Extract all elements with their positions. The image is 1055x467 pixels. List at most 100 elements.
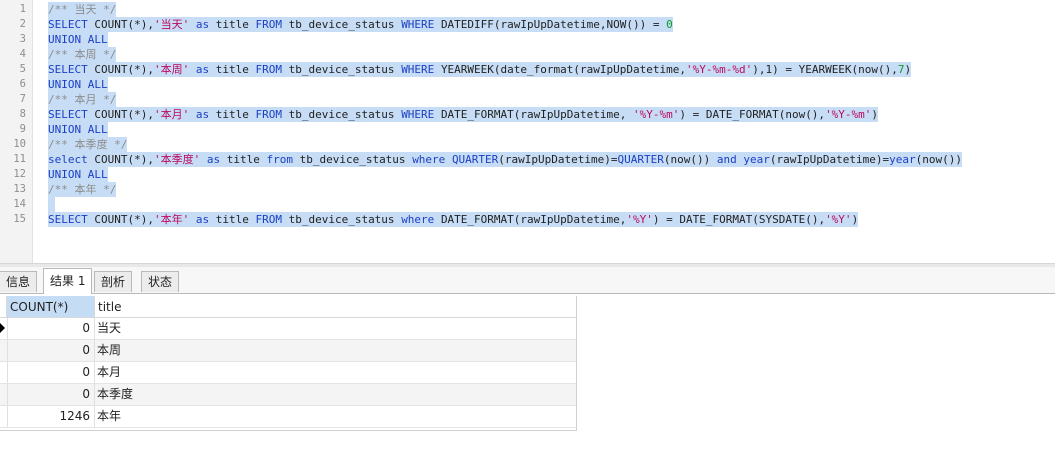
code-text: SELECT COUNT(*),'当天' as title FROM tb_de…: [48, 17, 673, 32]
cell-title[interactable]: 本年: [95, 406, 575, 427]
line-number: 8: [19, 108, 26, 120]
code-token: '本年': [153, 213, 190, 226]
code-token: '%Y-%m-%d': [685, 63, 753, 76]
code-token: UNION ALL: [48, 123, 108, 136]
code-token: ),1) = YEARWEEK(now(),: [752, 63, 898, 76]
code-token: from: [266, 153, 300, 166]
code-token: (now()): [663, 153, 717, 166]
code-text: select COUNT(*),'本季度' as title from tb_d…: [48, 152, 962, 167]
line-number: 1: [19, 3, 26, 15]
code-token: ) = DATE_FORMAT(now(),: [679, 108, 826, 121]
cell-title[interactable]: 当天: [95, 318, 575, 339]
code-token: FROM: [255, 63, 289, 76]
code-token: FROM: [255, 213, 289, 226]
table-row[interactable]: 0 本周: [0, 340, 576, 362]
code-token: year: [889, 153, 916, 166]
code-token: DATEDIFF(rawIpUpDatetime,NOW()) =: [440, 18, 667, 31]
code-text: UNION ALL: [48, 167, 108, 182]
line-number: 9: [19, 123, 26, 135]
code-token: SELECT: [48, 63, 95, 76]
line-number: 10: [13, 138, 26, 150]
table-row[interactable]: 0 当天: [0, 318, 576, 340]
code-token: where: [412, 153, 452, 166]
code-token: where: [401, 213, 441, 226]
table-row[interactable]: 0 本月: [0, 362, 576, 384]
code-text: UNION ALL: [48, 77, 108, 92]
result-tabs-bar: 信息 结果 1 剖析 状态: [0, 267, 1055, 294]
code-token: COUNT(*),: [94, 18, 154, 31]
line-number: 13: [13, 183, 26, 195]
cell-title[interactable]: 本季度: [95, 384, 575, 405]
code-token: ): [851, 213, 859, 226]
cell-count[interactable]: 0: [7, 340, 95, 361]
code-area[interactable]: 1/** 当天 */2 SELECT COUNT(*),'当天' as title…: [13, 0, 1055, 263]
tab-profile[interactable]: 剖析: [94, 271, 133, 292]
tab-status[interactable]: 状态: [141, 271, 180, 292]
sql-editor[interactable]: 1/** 当天 */2 SELECT COUNT(*),'当天' as title…: [0, 0, 1055, 263]
code-token: DATE_FORMAT(rawIpUpDatetime,: [440, 108, 633, 121]
column-header-title[interactable]: title: [95, 296, 576, 318]
cell-count[interactable]: 0: [7, 362, 95, 383]
code-token: '本周': [153, 63, 190, 76]
code-token: SELECT: [48, 18, 95, 31]
code-token: COUNT(*),: [94, 153, 154, 166]
cell-count[interactable]: 1246: [7, 406, 95, 427]
code-token: '%Y': [825, 213, 852, 226]
line-number: 12: [13, 168, 26, 180]
line-number: 6: [19, 78, 26, 90]
line-number: 15: [13, 213, 26, 225]
code-text: [48, 197, 55, 212]
code-token: 7: [897, 63, 905, 76]
current-row-arrow-icon: [0, 323, 5, 333]
code-token: WHERE: [401, 108, 441, 121]
code-token: (now()): [915, 153, 962, 166]
code-text: SELECT COUNT(*),'本年' as title FROM tb_de…: [48, 212, 859, 227]
code-text: /** 本年 */: [48, 182, 117, 197]
code-token: '本月': [153, 108, 190, 121]
code-token: '%Y-%m': [633, 108, 680, 121]
cell-count[interactable]: 0: [7, 318, 95, 339]
code-token: FROM: [255, 18, 289, 31]
code-token: as: [189, 213, 216, 226]
result-grid[interactable]: COUNT(*) title 0 当天 0 本周 0 本月 0 本季度 1246 本年: [0, 296, 577, 431]
code-token: title: [215, 108, 256, 121]
line-number: 3: [19, 33, 26, 45]
code-token: tb_device_status: [299, 153, 413, 166]
code-token: (rawIpUpDatetime)=: [769, 153, 890, 166]
table-row[interactable]: 0 本季度: [0, 384, 576, 406]
cell-count[interactable]: 0: [7, 384, 95, 405]
code-token: COUNT(*),: [94, 108, 154, 121]
code-token: 0: [666, 18, 673, 31]
code-token: tb_device_status: [288, 108, 402, 121]
line-number: 7: [19, 93, 26, 105]
code-token: WHERE: [401, 18, 441, 31]
cell-title[interactable]: 本月: [95, 362, 575, 383]
code-token: /** 当天 */: [48, 3, 117, 16]
code-token: tb_device_status: [288, 18, 402, 31]
tab-result-1[interactable]: 结果 1: [43, 268, 93, 294]
table-row[interactable]: 1246 本年: [0, 406, 576, 428]
code-token: '%Y-%m': [825, 108, 872, 121]
code-token: ) = DATE_FORMAT(SYSDATE(),: [652, 213, 826, 226]
code-token: title: [215, 213, 256, 226]
code-token: QUARTER: [451, 153, 499, 166]
code-token: /** 本季度 */: [48, 138, 128, 151]
code-token: '当天': [153, 18, 190, 31]
row-indicator-header: [0, 296, 7, 318]
code-token: FROM: [255, 108, 289, 121]
code-token: tb_device_status: [288, 63, 402, 76]
code-token: and: [716, 153, 744, 166]
code-text: /** 本季度 */: [48, 137, 128, 152]
tab-info[interactable]: 信息: [0, 271, 38, 292]
code-token: title: [215, 63, 256, 76]
code-token: title: [215, 18, 256, 31]
code-token: WHERE: [401, 63, 441, 76]
code-token: DATE_FORMAT(rawIpUpDatetime,: [440, 213, 627, 226]
column-header-count[interactable]: COUNT(*): [7, 296, 95, 318]
code-token: ): [904, 63, 912, 76]
code-token: /** 本年 */: [48, 183, 117, 196]
code-token: COUNT(*),: [94, 63, 154, 76]
line-number: 11: [13, 153, 26, 165]
cell-title[interactable]: 本周: [95, 340, 575, 361]
